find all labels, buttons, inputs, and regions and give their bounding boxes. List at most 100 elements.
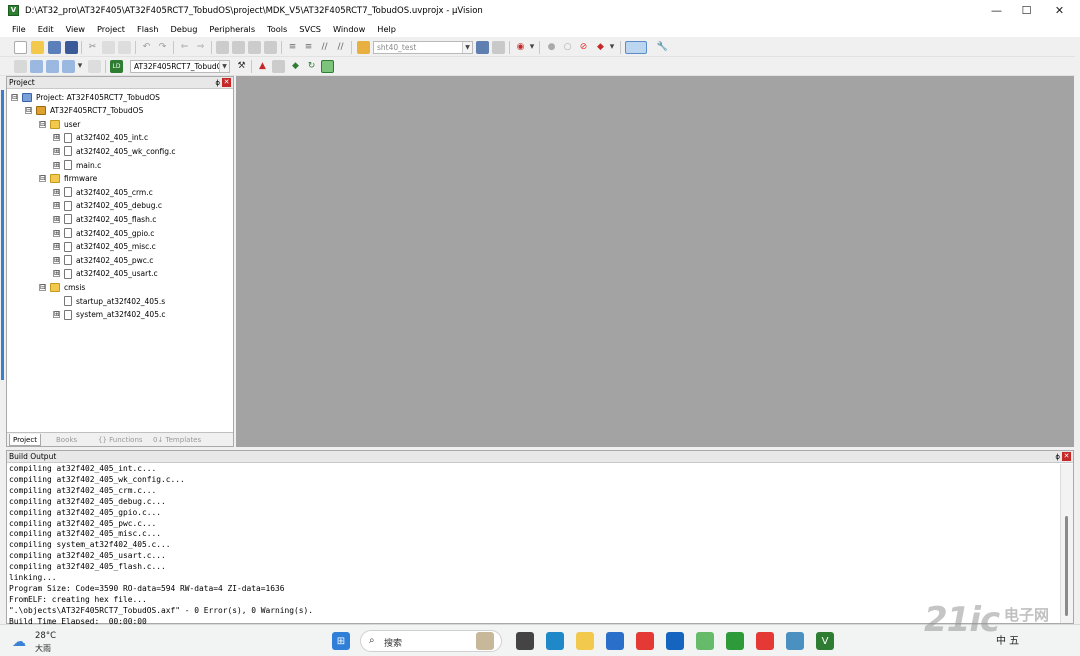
- rte-icon[interactable]: ↻: [305, 60, 318, 73]
- menu-debug[interactable]: Debug: [170, 24, 197, 34]
- manage-run-time-icon[interactable]: [321, 60, 334, 73]
- expand-toggle-icon[interactable]: ⊞: [53, 229, 60, 237]
- expand-toggle-icon[interactable]: ⊟: [39, 283, 46, 291]
- pin-icon[interactable]: ɸ: [215, 78, 220, 89]
- scrollbar-thumb[interactable]: [1065, 516, 1068, 616]
- target-select[interactable]: AT32F405RCT7_TobudOS ▼: [130, 60, 230, 73]
- weather-widget[interactable]: ☁ 28°C 大雨: [12, 630, 72, 654]
- chevron-down-icon[interactable]: ▾: [608, 41, 616, 54]
- tree-item[interactable]: ⊞ at32f402_405_usart.c: [53, 268, 158, 280]
- edge-icon[interactable]: [546, 632, 564, 650]
- tab-functions[interactable]: {} Functions: [95, 434, 146, 446]
- store-icon[interactable]: [606, 632, 624, 650]
- expand-toggle-icon[interactable]: ⊞: [53, 243, 60, 251]
- build-output-text[interactable]: compiling at32f402_405_int.c... compiling…: [8, 464, 1060, 624]
- expand-toggle-icon[interactable]: ⊟: [39, 175, 46, 183]
- translate-icon[interactable]: [14, 60, 27, 73]
- app-green-icon[interactable]: [696, 632, 714, 650]
- expand-toggle-icon[interactable]: ⊞: [53, 147, 60, 155]
- menu-help[interactable]: Help: [377, 24, 396, 34]
- minimize-button[interactable]: —: [980, 0, 1013, 21]
- tree-item[interactable]: startup_at32f402_405.s: [53, 295, 165, 307]
- tree-item[interactable]: ⊟ cmsis: [39, 281, 85, 293]
- start-icon[interactable]: ⊞: [332, 632, 350, 650]
- expand-toggle-icon[interactable]: ⊟: [39, 120, 46, 128]
- close-button[interactable]: ✕: [1043, 0, 1076, 21]
- next-bookmark-icon[interactable]: [248, 41, 261, 54]
- build-output-scrollbar[interactable]: [1060, 464, 1073, 623]
- tree-item[interactable]: ⊞ system_at32f402_405.c: [53, 309, 165, 321]
- comment-icon[interactable]: //: [318, 41, 331, 54]
- disable-all-breakpoints-icon[interactable]: ⊘: [577, 41, 590, 54]
- tree-item[interactable]: ⊟ AT32F405RCT7_TobudOS: [25, 105, 143, 117]
- tree-item[interactable]: ⊞ at32f402_405_debug.c: [53, 200, 162, 212]
- redo-icon[interactable]: ↷: [156, 41, 169, 54]
- paste-icon[interactable]: [118, 41, 131, 54]
- app-blue-icon[interactable]: [666, 632, 684, 650]
- find-combo[interactable]: sht40_test ▼: [373, 41, 473, 54]
- tree-item[interactable]: ⊟ firmware: [39, 173, 97, 185]
- cut-icon[interactable]: ✂: [86, 41, 99, 54]
- clear-bookmarks-icon[interactable]: [264, 41, 277, 54]
- build-icon[interactable]: [30, 60, 43, 73]
- expand-toggle-icon[interactable]: ⊞: [53, 256, 60, 264]
- rebuild-icon[interactable]: [46, 60, 59, 73]
- chevron-down-icon[interactable]: ▾: [76, 60, 84, 73]
- menu-file[interactable]: File: [12, 24, 26, 34]
- tool-app-icon[interactable]: [786, 632, 804, 650]
- undo-icon[interactable]: ↶: [140, 41, 153, 54]
- tree-item[interactable]: ⊞ at32f402_405_crm.c: [53, 186, 153, 198]
- expand-toggle-icon[interactable]: ⊞: [53, 202, 60, 210]
- file-extensions-icon[interactable]: ▲: [256, 60, 269, 73]
- kill-breakpoints-icon[interactable]: ◆: [594, 41, 607, 54]
- menu-edit[interactable]: Edit: [38, 24, 54, 34]
- uncomment-icon[interactable]: //: [334, 41, 347, 54]
- menu-window[interactable]: Window: [333, 24, 365, 34]
- tree-item[interactable]: ⊞ at32f402_405_flash.c: [53, 213, 156, 225]
- find-icon[interactable]: [476, 41, 489, 54]
- chevron-down-icon[interactable]: ▾: [528, 41, 536, 54]
- expand-toggle-icon[interactable]: ⊞: [53, 270, 60, 278]
- tree-item[interactable]: ⊟ Project: AT32F405RCT7_TobudOS: [11, 91, 160, 103]
- save-icon[interactable]: [48, 41, 61, 54]
- pin-icon[interactable]: ɸ: [1055, 452, 1060, 463]
- indent-icon[interactable]: ≡: [286, 41, 299, 54]
- nav-forward-icon[interactable]: ⇒: [194, 41, 207, 54]
- tree-item[interactable]: ⊞ at32f402_405_pwc.c: [53, 254, 153, 266]
- new-file-icon[interactable]: [14, 41, 27, 54]
- menu-project[interactable]: Project: [97, 24, 125, 34]
- bookmark-icon[interactable]: [216, 41, 229, 54]
- window-layout-icon[interactable]: [625, 41, 647, 54]
- menu-view[interactable]: View: [66, 24, 85, 34]
- tree-item[interactable]: ⊞ at32f402_405_int.c: [53, 132, 148, 144]
- app-red-icon[interactable]: [636, 632, 654, 650]
- unindent-icon[interactable]: ≡: [302, 41, 315, 54]
- task-view-icon[interactable]: [516, 632, 534, 650]
- expand-toggle-icon[interactable]: ⊞: [53, 188, 60, 196]
- expand-toggle-icon[interactable]: ⊟: [11, 93, 18, 101]
- tree-item[interactable]: ⊞ at32f402_405_misc.c: [53, 241, 156, 253]
- batch-build-icon[interactable]: [62, 60, 75, 73]
- copy-icon[interactable]: [102, 41, 115, 54]
- close-icon[interactable]: ✕: [222, 78, 231, 87]
- expand-toggle-icon[interactable]: ⊞: [53, 215, 60, 223]
- expand-toggle-icon[interactable]: ⊞: [53, 161, 60, 169]
- file-explorer-icon[interactable]: [576, 632, 594, 650]
- tab-templates[interactable]: 0↓ Templates: [150, 434, 204, 446]
- pack-installer-icon[interactable]: ◆: [289, 60, 302, 73]
- wechat-icon[interactable]: [726, 632, 744, 650]
- tab-project[interactable]: Project: [9, 434, 41, 446]
- debug-session-icon[interactable]: ◉: [514, 41, 527, 54]
- tree-item[interactable]: ⊟ user: [39, 118, 80, 130]
- menu-svcs[interactable]: SVCS: [299, 24, 321, 34]
- uvision-taskbar-icon[interactable]: V: [816, 632, 834, 650]
- menu-peripherals[interactable]: Peripherals: [209, 24, 255, 34]
- configure-icon[interactable]: 🔧: [656, 41, 669, 54]
- save-all-icon[interactable]: [65, 41, 78, 54]
- disable-breakpoint-icon[interactable]: ○: [561, 41, 574, 54]
- breakpoint-icon[interactable]: ●: [545, 41, 558, 54]
- expand-toggle-icon[interactable]: ⊞: [53, 311, 60, 319]
- tree-item[interactable]: ⊞ at32f402_405_gpio.c: [53, 227, 154, 239]
- tree-item[interactable]: ⊞ main.c: [53, 159, 101, 171]
- menu-tools[interactable]: Tools: [267, 24, 287, 34]
